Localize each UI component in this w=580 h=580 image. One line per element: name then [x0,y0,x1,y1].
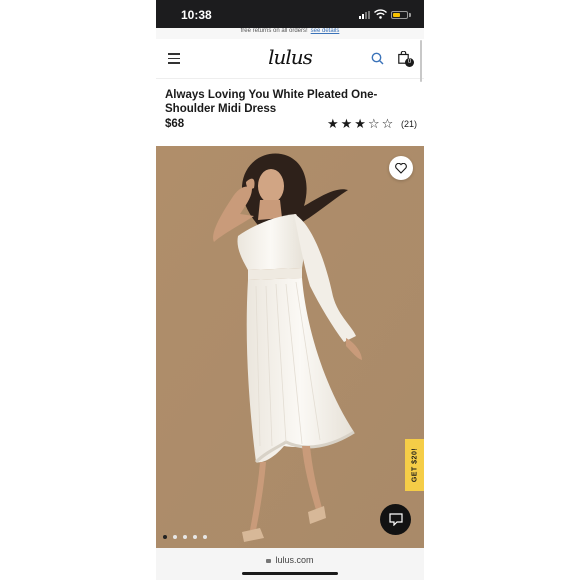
promo-text: free returns on all orders! [240,28,308,34]
browser-url-bar[interactable]: lulus.com [156,548,424,580]
model-photo [156,146,424,548]
cellular-signal-icon [359,11,370,19]
search-icon[interactable] [371,52,384,65]
bag-count-badge: 0 [405,58,414,67]
gallery-dot[interactable] [173,535,177,539]
promo-tab-label: GET $20! [411,447,418,483]
phone-screen: 10:38 free returns on all orders! see det… [156,0,424,580]
home-indicator[interactable] [242,572,338,575]
url-display: lulus.com [156,555,424,565]
gallery-dot[interactable] [163,535,167,539]
gallery-pagination[interactable] [163,535,207,539]
url-text: lulus.com [275,555,314,565]
status-time: 10:38 [181,8,212,22]
get-20-promo-tab[interactable]: GET $20! [405,439,424,491]
wishlist-heart-button[interactable] [389,156,413,180]
gallery-dot[interactable] [203,535,207,539]
star-rating[interactable]: ★★★☆☆ [327,117,395,132]
product-image[interactable]: GET $20! [156,146,424,548]
promo-banner: free returns on all orders! see details [156,28,424,39]
chat-button[interactable] [380,504,411,535]
lock-icon [266,559,272,563]
gallery-dot[interactable] [183,535,187,539]
review-count[interactable]: (21) [401,119,417,129]
chat-icon [388,513,403,526]
status-bar: 10:38 [156,0,424,28]
product-price: $68 [165,118,185,130]
site-header: lulus 0 [156,39,424,79]
gallery-dot[interactable] [193,535,197,539]
wifi-icon [374,9,387,19]
promo-details-link[interactable]: see details [311,28,340,34]
product-title: Always Loving You White Pleated One-Shou… [165,89,378,115]
battery-icon [391,11,408,19]
scroll-indicator[interactable] [420,40,422,82]
heart-icon [395,162,407,174]
